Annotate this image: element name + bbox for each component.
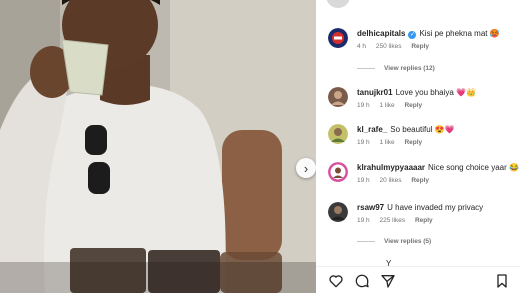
comment-likes[interactable]: 20 likes [379,177,401,184]
comment-likes[interactable]: 1 like [379,139,394,146]
reply-button[interactable]: Reply [404,139,422,146]
comment-username[interactable]: klrahulmypyaaaar [357,163,425,172]
post-media: › [0,0,316,293]
comment-text: Love you bhaiya 💗👑 [395,88,476,97]
comment-likes[interactable]: 225 likes [379,217,405,224]
comment-text: Nice song choice yaar 😂 [428,163,519,172]
comments-panel: delhicapitals ✓ Kisi pe phekna mat 🥵 4 h 2… [316,0,520,293]
avatar[interactable] [328,202,348,222]
avatar[interactable] [328,162,348,182]
post-photo [0,0,316,293]
comment-time: 19 h [357,177,370,184]
reply-button[interactable]: Reply [411,177,429,184]
comment-time: 19 h [357,102,370,109]
comment-username[interactable]: kl_rafe_ [357,125,387,134]
bookmark-icon[interactable] [494,273,510,289]
comment-text: U have invaded my privacy [387,203,484,212]
share-icon[interactable] [380,273,396,289]
reply-button[interactable]: Reply [415,217,433,224]
comment-username[interactable]: tanujkr01 [357,88,393,97]
action-bar [316,266,520,294]
comment-time: 19 h [357,139,370,146]
reply-button[interactable]: Reply [411,43,429,50]
user-avatar-icon [328,202,348,222]
verified-badge-icon: ✓ [408,31,417,39]
comment-time: 4 h [357,43,367,50]
comment-text: So beautiful 😍💗 [390,125,455,134]
comment-username[interactable]: delhicapitals [357,29,405,38]
user-avatar-icon [328,124,348,144]
avatar[interactable] [328,28,348,48]
user-avatar-icon [328,87,348,107]
avatar[interactable] [328,124,348,144]
heart-icon[interactable] [328,273,344,289]
comment-time: 19 h [357,217,370,224]
view-replies-button[interactable]: View replies (5) [357,238,431,245]
reply-button[interactable]: Reply [404,102,422,109]
comment-likes[interactable]: 1 like [379,102,394,109]
delhicapitals-logo-icon [328,28,348,48]
next-media-button[interactable]: › [296,158,316,178]
avatar [326,0,350,8]
comment-icon[interactable] [354,273,370,289]
comment-username[interactable]: rsaw97 [357,203,384,212]
comment-text: Kisi pe phekna mat 🥵 [419,29,500,38]
comment-likes[interactable]: 250 likes [376,43,402,50]
avatar[interactable] [328,87,348,107]
view-replies-button[interactable]: View replies (12) [357,65,435,72]
user-avatar-icon [328,162,348,182]
